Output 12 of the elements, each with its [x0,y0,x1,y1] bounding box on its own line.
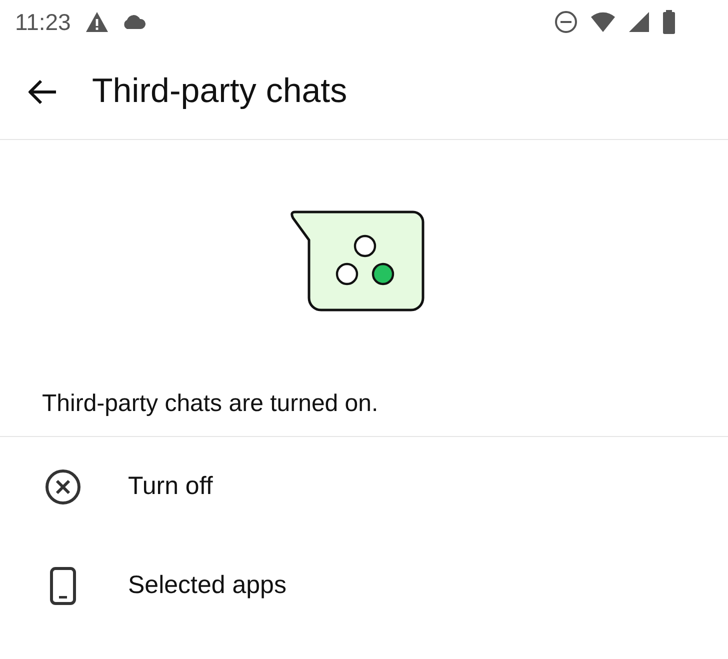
back-arrow-icon [28,78,58,104]
warning-icon [84,11,109,33]
status-time: 11:23 [15,8,71,36]
battery-icon [662,10,676,34]
option-item[interactable]: Selected apps [0,536,728,635]
status-message: Third-party chats are turned on. [0,390,728,437]
do-not-disturb-icon [554,10,578,34]
close-icon [44,468,82,506]
wifi-icon [590,11,616,33]
signal-icon [628,11,650,33]
page-title: Third-party chats [92,72,348,111]
option-item[interactable]: Turn off [0,437,728,536]
